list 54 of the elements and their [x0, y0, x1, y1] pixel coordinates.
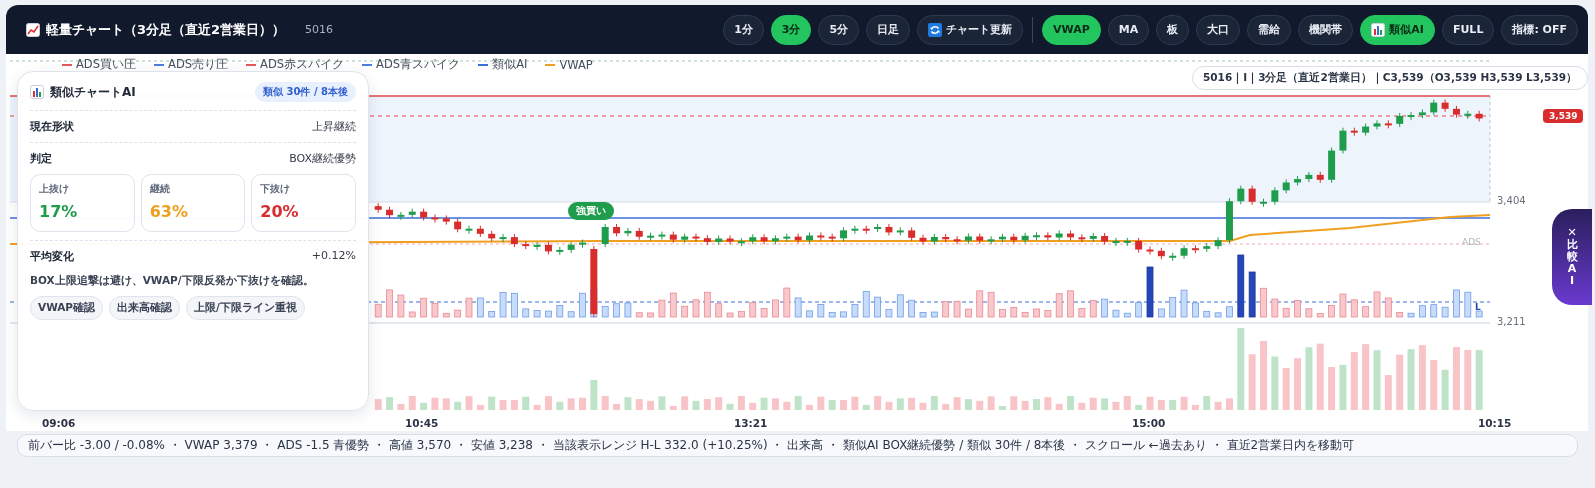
price-axis-label: 3,211: [1497, 316, 1526, 327]
toggle-button[interactable]: VWAP: [1042, 14, 1101, 45]
stat-value: 63%: [149, 202, 189, 221]
price-tag: 3,539: [1543, 109, 1584, 123]
toggle-button[interactable]: 需給: [1247, 14, 1292, 45]
row-label: 判定: [30, 151, 52, 166]
marker-label: L: [1475, 302, 1481, 312]
ohlc-info: 5016｜I｜3分足（直近2営業日）｜C3,539（O3,539 H3,539 L3,539）: [1192, 66, 1588, 90]
legend-label: ADS青スパイク: [376, 57, 461, 72]
timeframe-tab[interactable]: 1分: [723, 14, 764, 45]
row-value: BOX継続優勢: [289, 151, 356, 166]
toggle-button[interactable]: 類似AI: [1360, 14, 1435, 45]
time-axis-label: 10:15: [1478, 417, 1512, 429]
panel-title: 類似チャートAI: [50, 83, 136, 101]
legend-label: VWAP: [559, 57, 593, 72]
time-axis-label: 13:21: [734, 417, 768, 429]
toggle-button[interactable]: 大口: [1196, 14, 1241, 45]
time-axis-label: 15:00: [1132, 417, 1166, 429]
stat-label: 継続: [149, 183, 171, 196]
stat-value: 20%: [260, 202, 300, 221]
row-label: 現在形状: [30, 119, 74, 134]
toggle-button[interactable]: MA: [1107, 14, 1150, 45]
advice-text: BOX上限追撃は避け、VWAP/下限反発か下抜けを確認。: [30, 274, 315, 288]
row-label: 平均変化: [30, 249, 74, 264]
price-axis-label: 3,404: [1497, 195, 1526, 206]
stat-label: 上抜け: [39, 183, 70, 196]
tag-chip[interactable]: 出来高確認: [109, 296, 181, 320]
legend-label: ADS赤スパイク: [260, 57, 345, 72]
timeframe-tab[interactable]: 5分: [818, 14, 860, 45]
toggle-button[interactable]: 指標: OFF: [1501, 14, 1578, 45]
refresh-chart-button[interactable]: チャート更新: [917, 14, 1024, 45]
buy-signal-tag: 強買い: [568, 202, 614, 220]
toggle-button[interactable]: 機関帯: [1298, 14, 1354, 45]
similar-count-badge: 類似 30件 / 8本後: [255, 82, 356, 102]
legend-label: ADS買い圧: [76, 57, 137, 72]
row-value: 上昇継続: [312, 119, 356, 134]
timeframe-tab[interactable]: 3分: [770, 14, 812, 45]
time-axis-label: 09:06: [42, 417, 76, 429]
time-axis-label: 10:45: [405, 417, 439, 429]
legend-label: ADS売り圧: [168, 57, 229, 72]
status-text: 前バー比 -3.00 / -0.08% ・ VWAP 3,379 ・ ADS -1.5 青優勢 ・ 高値 3,570 ・ 安値 3,238 ・ 当該表示レンジ H-L 332.0 (+10.25%) ・ 出来高 ・ 類似AI BOX継続優勢 / 類似 30件 / 8本後 ・ スクロール ←過去あり ・ 直近2営業日内を移動可: [28, 437, 1355, 454]
timeframe-tab[interactable]: 日足: [866, 14, 911, 45]
stock-code: 5016: [305, 23, 334, 36]
compare-ai-button[interactable]: ✕ 比較AI: [1552, 209, 1592, 305]
stat-label: 下抜け: [260, 183, 292, 196]
ads-label: ADS: [1462, 237, 1481, 247]
toggle-button[interactable]: FULL: [1441, 14, 1495, 45]
tag-chip[interactable]: 上限/下限ライン重視: [186, 296, 305, 320]
tag-chip[interactable]: VWAP確認: [30, 296, 104, 320]
toggle-button[interactable]: 板: [1156, 14, 1190, 45]
stat-value: 17%: [39, 202, 79, 221]
window-title: 軽量チャート（3分足（直近2営業日））: [46, 20, 286, 39]
row-value: +0.12%: [311, 249, 356, 264]
legend-label: 類似AI: [492, 57, 528, 72]
